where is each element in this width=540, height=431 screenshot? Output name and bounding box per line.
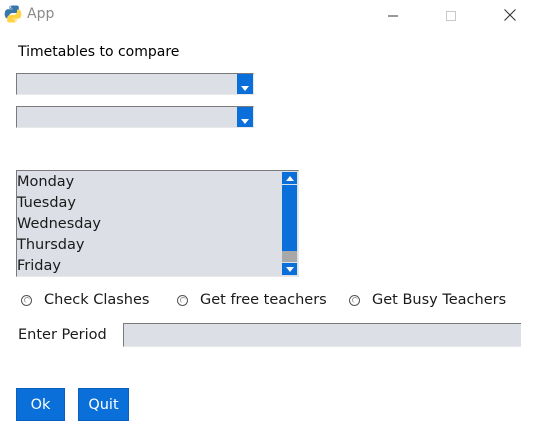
close-icon xyxy=(504,6,516,25)
chevron-down-icon xyxy=(285,266,294,272)
radio-get-busy-teachers[interactable]: Get Busy Teachers xyxy=(349,292,506,308)
timetable-combo-2[interactable] xyxy=(16,106,254,128)
timetables-label: Timetables to compare xyxy=(18,44,180,60)
enter-period-label: Enter Period xyxy=(18,327,107,343)
scroll-thumb[interactable] xyxy=(282,185,297,251)
list-item-friday[interactable]: Friday xyxy=(17,256,281,276)
radio-check-clashes[interactable]: Check Clashes xyxy=(21,292,149,308)
radio-get-busy-teachers-label: Get Busy Teachers xyxy=(372,292,507,308)
timetable-combo-1[interactable] xyxy=(16,73,254,95)
radio-get-free-teachers[interactable]: Get free teachers xyxy=(177,292,327,308)
radio-circle-icon[interactable] xyxy=(177,294,188,306)
python-icon xyxy=(3,4,23,24)
scroll-track[interactable] xyxy=(282,251,297,262)
chevron-up-icon xyxy=(285,175,294,181)
minimize-button[interactable] xyxy=(369,0,417,30)
list-item-thursday[interactable]: Thursday xyxy=(17,235,281,256)
list-item-wednesday[interactable]: Wednesday xyxy=(17,214,281,235)
window-title: App xyxy=(27,6,55,22)
listbox-scrollbar[interactable] xyxy=(281,171,298,276)
close-button[interactable] xyxy=(486,0,534,30)
chevron-down-icon xyxy=(241,86,249,91)
list-item-monday[interactable]: Monday xyxy=(17,172,281,193)
minimize-icon xyxy=(388,6,398,25)
days-listbox[interactable]: Monday Tuesday Wednesday Thursday Friday xyxy=(16,170,299,277)
quit-button[interactable]: Quit xyxy=(78,388,129,421)
combo-1-dropdown-button[interactable] xyxy=(237,74,253,94)
app-window: App Timetables to compare Monday Tuesday… xyxy=(0,0,540,431)
ok-button[interactable]: Ok xyxy=(16,388,65,421)
radio-circle-icon[interactable] xyxy=(21,294,32,306)
chevron-down-icon xyxy=(241,119,249,124)
title-bar[interactable]: App xyxy=(0,0,540,30)
radio-check-clashes-label: Check Clashes xyxy=(44,292,150,308)
days-list: Monday Tuesday Wednesday Thursday Friday xyxy=(17,172,281,276)
maximize-icon xyxy=(446,6,456,25)
scroll-up-button[interactable] xyxy=(282,172,297,184)
scroll-down-button[interactable] xyxy=(282,263,297,275)
list-item-tuesday[interactable]: Tuesday xyxy=(17,193,281,214)
maximize-button[interactable] xyxy=(427,0,475,30)
radio-circle-icon[interactable] xyxy=(349,294,360,306)
radio-get-free-teachers-label: Get free teachers xyxy=(200,292,327,308)
period-input[interactable] xyxy=(123,323,521,347)
combo-2-dropdown-button[interactable] xyxy=(237,107,253,127)
